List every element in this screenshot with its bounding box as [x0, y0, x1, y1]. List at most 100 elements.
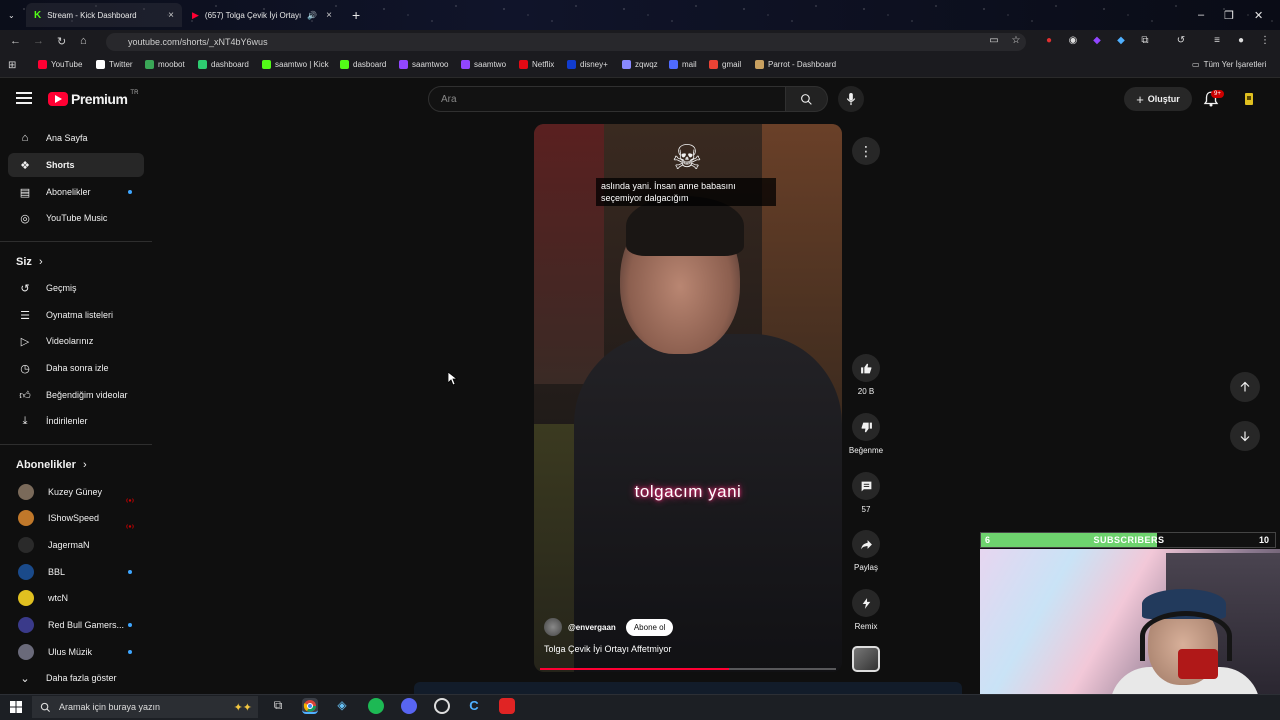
guide-menu-icon[interactable] [16, 92, 32, 104]
create-button[interactable]: + Oluştur [1124, 87, 1192, 111]
sidebar-channel[interactable]: BBL [8, 560, 144, 584]
extension-purple-icon[interactable]: ◆ [1091, 35, 1103, 47]
bookmark-item[interactable]: mail [669, 60, 697, 69]
sidebar-item-subscriptions[interactable]: ▤ Abonelikler [8, 180, 144, 204]
bookmark-item[interactable]: saamtwo [461, 60, 506, 69]
dislike-button[interactable]: Beğenme [846, 413, 886, 455]
close-icon[interactable]: × [326, 10, 332, 21]
sidebar-item-liked[interactable]: 👍︎ Beğendiğim videolar [8, 383, 144, 407]
extension-circle-icon[interactable]: ◉ [1067, 35, 1079, 47]
bookmark-item[interactable]: saamtwo | Kick [262, 60, 329, 69]
steam-taskbar-icon[interactable]: ◈ [334, 698, 350, 714]
reload-icon[interactable]: ↻ [57, 35, 66, 48]
new-tab-button[interactable]: + [344, 3, 364, 27]
sidebar-item-history[interactable]: ↺ Geçmiş [8, 276, 144, 300]
more-options-button[interactable]: ⋮ [852, 137, 880, 165]
sidebar-channel[interactable]: wtcN [8, 586, 144, 610]
bookmark-star-icon[interactable]: ☆ [1010, 35, 1022, 47]
bookmark-item[interactable]: Parrot - Dashboard [755, 60, 836, 69]
sidebar-channel[interactable]: Red Bull Gamers... [8, 613, 144, 637]
tab-kick-dashboard[interactable]: K Stream - Kick Dashboard × [26, 3, 182, 27]
bookmark-item[interactable]: YouTube [38, 60, 82, 69]
capcut-taskbar-icon[interactable]: C [466, 698, 482, 714]
apps-grid-icon[interactable]: ⊞ [8, 60, 16, 71]
bookmark-item[interactable]: Netflix [519, 60, 554, 69]
search-button[interactable] [786, 86, 828, 112]
bookmark-item[interactable]: Twitter [96, 60, 133, 69]
home-icon[interactable]: ⌂ [80, 35, 87, 47]
short-title[interactable]: Tolga Çevik İyi Ortayı Affetmiyor [544, 644, 671, 654]
extension-red-icon[interactable]: ● [1043, 35, 1055, 47]
recorder-taskbar-icon[interactable] [499, 698, 515, 714]
account-avatar[interactable] [1242, 92, 1256, 106]
previous-short-button[interactable] [1230, 372, 1260, 402]
youtube-logo[interactable]: Premium TR [48, 90, 138, 107]
sidebar-item-home[interactable]: ⌂ Ana Sayfa [8, 126, 144, 150]
extensions-puzzle-icon[interactable]: ⧉ [1139, 35, 1151, 47]
share-button[interactable]: Paylaş [846, 530, 886, 572]
taskbar-search-input[interactable]: Aramak için buraya yazın ✦✦ [32, 696, 258, 718]
like-count: 20 B [857, 387, 875, 396]
subscribe-button[interactable]: Abone ol [625, 618, 674, 636]
sound-thumbnail[interactable] [852, 646, 880, 672]
sidebar-item-music[interactable]: ◎ YouTube Music [8, 206, 144, 230]
bookmark-item[interactable]: saamtwoo [399, 60, 448, 69]
search-input[interactable]: Ara [428, 86, 786, 112]
skull-emoji-icon: ☠ [671, 139, 703, 177]
back-icon[interactable]: ← [10, 35, 21, 47]
extension-blue-icon[interactable]: ◆ [1115, 35, 1127, 47]
history-icon[interactable]: ↺ [1175, 35, 1187, 47]
all-bookmarks[interactable]: ▭ Tüm Yer İşaretleri [1192, 60, 1266, 69]
sidebar-item-download[interactable]: ⤓ İndirilenler [8, 409, 144, 433]
bookmark-item[interactable]: disney+ [567, 60, 608, 69]
tab-search-button[interactable]: ⌄ [0, 3, 20, 27]
sidebar-channel[interactable]: JagermaN [8, 533, 144, 557]
reading-list-icon[interactable]: ≡ [1211, 35, 1223, 47]
new-content-dot [128, 650, 132, 654]
sidebar-subscriptions-heading[interactable]: Abonelikler › [16, 459, 87, 471]
like-button[interactable]: 20 B [846, 354, 886, 396]
window-close-icon[interactable]: ✕ [1254, 9, 1263, 22]
forward-icon[interactable]: → [33, 35, 44, 47]
sidebar-channel[interactable]: Ulus Müzik [8, 640, 144, 664]
sidebar-divider [0, 241, 152, 242]
browser-menu-icon[interactable]: ⋮ [1259, 35, 1271, 47]
video-progress-bar[interactable] [540, 668, 836, 670]
chrome-taskbar-icon[interactable] [302, 698, 318, 714]
voice-search-button[interactable] [838, 86, 864, 112]
windows-start-icon[interactable] [10, 701, 22, 713]
audio-icon[interactable]: 🔊 [307, 11, 317, 20]
close-icon[interactable]: × [168, 10, 174, 21]
minimize-icon[interactable]: – [1198, 9, 1204, 21]
sidebar-item-watch-later[interactable]: ◷ Daha sonra izle [8, 356, 144, 380]
address-bar[interactable]: youtube.com/shorts/_xNT4bY6wus [106, 33, 1026, 51]
next-short-button[interactable] [1230, 421, 1260, 451]
bookmark-item[interactable]: zqwqz [622, 60, 658, 69]
cast-icon[interactable]: ▭ [988, 35, 1000, 47]
comments-button[interactable]: 57 [846, 472, 886, 514]
sidebar-you-heading[interactable]: Siz › [16, 256, 43, 268]
channel-avatar [18, 484, 34, 500]
tab-youtube-short[interactable]: ▶ (657) Tolga Çevik İyi Ortayı 🔊 × [184, 3, 340, 27]
spotify-taskbar-icon[interactable] [368, 698, 384, 714]
bookmark-item[interactable]: dasboard [340, 60, 386, 69]
maximize-icon[interactable]: ❐ [1224, 9, 1234, 22]
task-view-icon[interactable]: ⧉ [270, 698, 286, 714]
bookmark-item[interactable]: gmail [709, 60, 741, 69]
discord-taskbar-icon[interactable] [401, 698, 417, 714]
channel-avatar[interactable] [544, 618, 562, 636]
profile-avatar[interactable]: ● [1235, 35, 1247, 47]
show-more-button[interactable]: ⌄ Daha fazla göster [8, 666, 144, 690]
bookmark-item[interactable]: moobot [145, 60, 185, 69]
remix-button[interactable]: Remix [846, 589, 886, 631]
shorts-video-player[interactable]: ☠ aslında yani. İnsan anne babasını seçe… [534, 124, 842, 672]
bookmark-item[interactable]: dashboard [198, 60, 249, 69]
sidebar-item-your-videos[interactable]: ▷ Videolarınız [8, 329, 144, 353]
channel-handle[interactable]: @envergaan [568, 623, 616, 632]
sidebar-channel[interactable]: Kuzey Güney [8, 480, 144, 504]
sidebar-channel[interactable]: IShowSpeed [8, 506, 144, 530]
thumbs-down-icon [861, 422, 872, 432]
app-taskbar-icon[interactable] [434, 698, 450, 714]
sidebar-item-shorts[interactable]: ❖ Shorts [8, 153, 144, 177]
sidebar-item-playlist[interactable]: ☰ Oynatma listeleri [8, 303, 144, 327]
